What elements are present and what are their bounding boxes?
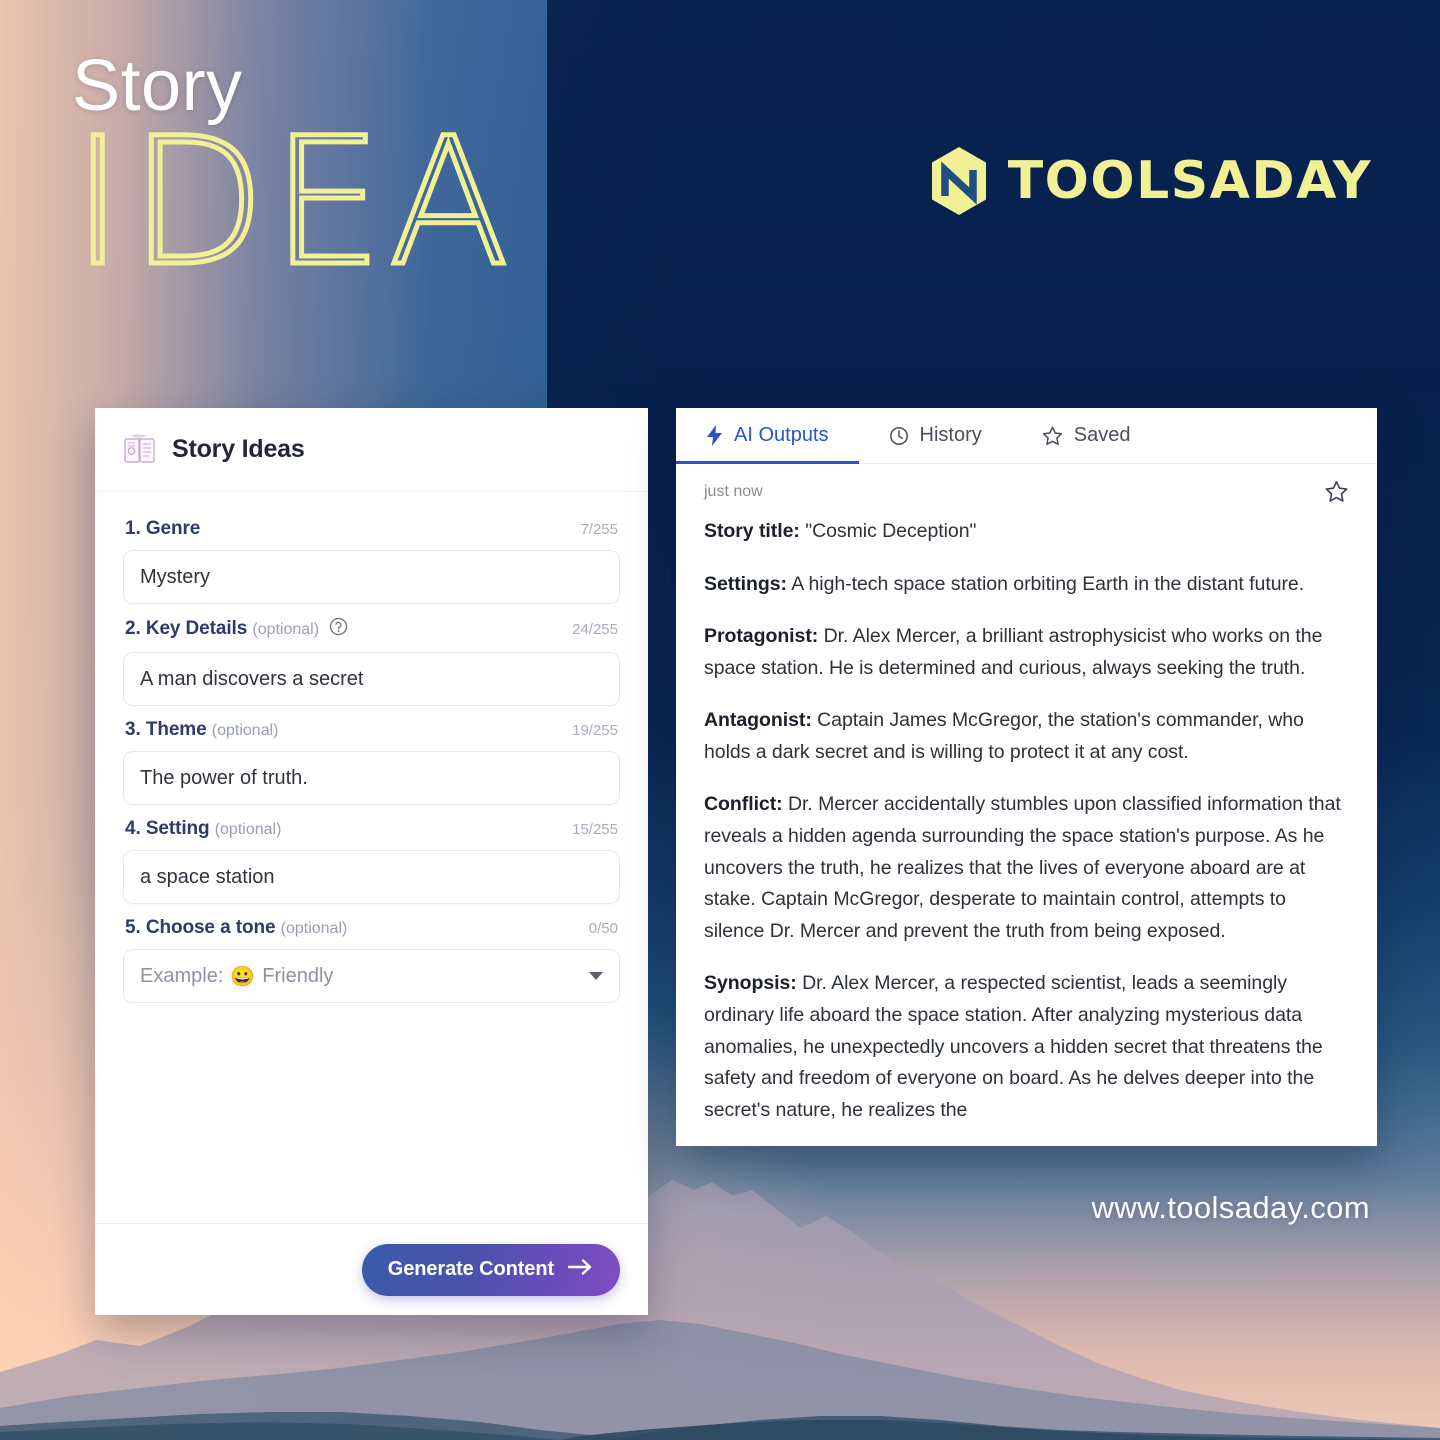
field-tone-placeholder: Example: 😀 Friendly xyxy=(140,964,333,989)
output-block-heading: Antagonist: xyxy=(704,709,812,732)
field-genre: 1. Genre 7/255 Mystery xyxy=(123,518,620,604)
website-url: www.toolsaday.com xyxy=(1091,1190,1370,1225)
open-book-icon xyxy=(123,433,157,467)
field-tone-label: 5. Choose a tone (optional) xyxy=(125,917,347,939)
tab-ai-outputs[interactable]: AI Outputs xyxy=(676,408,859,464)
output-block: Story title: "Cosmic Deception" xyxy=(704,516,1349,548)
star-outline-icon[interactable] xyxy=(1324,480,1349,504)
field-setting-value: a space station xyxy=(140,865,275,888)
headline: Story IDEA xyxy=(69,50,516,306)
field-setting-input[interactable]: a space station xyxy=(123,850,620,904)
lightning-bolt-icon xyxy=(706,425,723,446)
output-block-text: Dr. Alex Mercer, a respected scientist, … xyxy=(704,972,1323,1121)
form-footer: Generate Content xyxy=(95,1223,648,1315)
generate-content-label: Generate Content xyxy=(387,1258,554,1280)
field-key-details-optional: (optional) xyxy=(252,621,320,638)
output-block-heading: Settings: xyxy=(704,572,787,595)
generate-content-button[interactable]: Generate Content xyxy=(361,1243,620,1296)
field-setting: 4. Setting (optional) 15/255 a space sta… xyxy=(123,818,620,904)
star-icon xyxy=(1042,426,1063,446)
output-block-text: "Cosmic Deception" xyxy=(799,520,977,542)
field-tone-counter: 0/50 xyxy=(588,920,618,937)
field-setting-counter: 15/255 xyxy=(572,821,618,838)
field-theme-input[interactable]: The power of truth. xyxy=(123,751,620,805)
output-block-heading: Protagonist: xyxy=(704,625,819,648)
output-block: Synopsis: Dr. Alex Mercer, a respected s… xyxy=(704,968,1349,1126)
output-meta: just now xyxy=(676,464,1377,508)
field-key-details-header: 2. Key Details (optional) 24/255 xyxy=(123,617,620,642)
output-block-heading: Story title: xyxy=(704,520,800,542)
field-genre-value: Mystery xyxy=(140,565,210,588)
field-genre-input[interactable]: Mystery xyxy=(123,550,620,604)
output-block: Settings: A high-tech space station orbi… xyxy=(704,569,1349,601)
field-key-details-label: 2. Key Details (optional) xyxy=(125,617,348,642)
field-setting-label: 4. Setting (optional) xyxy=(125,818,281,840)
field-theme-label: 3. Theme (optional) xyxy=(125,719,278,741)
tab-saved-label: Saved xyxy=(1073,424,1131,446)
field-key-details: 2. Key Details (optional) 24/255 A man d… xyxy=(123,617,620,706)
field-key-details-label-text: 2. Key Details xyxy=(125,618,248,639)
field-setting-optional: (optional) xyxy=(214,821,282,838)
form-body: 1. Genre 7/255 Mystery 2. Key Details (o… xyxy=(95,492,648,1223)
field-key-details-counter: 24/255 xyxy=(572,621,618,638)
tab-ai-outputs-label: AI Outputs xyxy=(734,424,829,446)
tab-saved[interactable]: Saved xyxy=(1012,408,1161,463)
field-theme-header: 3. Theme (optional) 19/255 xyxy=(123,719,620,741)
output-block-text: A high-tech space station orbiting Earth… xyxy=(786,572,1305,595)
output-block: Antagonist: Captain James McGregor, the … xyxy=(704,705,1349,768)
field-tone: 5. Choose a tone (optional) 0/50 Example… xyxy=(123,917,620,1003)
field-tone-optional: (optional) xyxy=(280,920,348,937)
field-tone-placeholder-suffix: Friendly xyxy=(262,964,334,987)
smiley-face-emoji-icon: 😀 xyxy=(230,965,256,988)
output-block-heading: Synopsis: xyxy=(704,972,797,995)
tab-history-label: History xyxy=(919,424,982,446)
output-block: Conflict: Dr. Mercer accidentally stumbl… xyxy=(704,789,1349,947)
output-block-heading: Conflict: xyxy=(704,793,783,816)
output-text-body: Story title: "Cosmic Deception" Settings… xyxy=(676,508,1377,1146)
field-theme-label-text: 3. Theme xyxy=(125,719,207,740)
ai-output-card: AI Outputs History Saved just now Story … xyxy=(676,408,1377,1146)
field-tone-placeholder-prefix: Example: xyxy=(140,964,224,987)
field-genre-label: 1. Genre xyxy=(125,518,200,540)
field-tone-label-text: 5. Choose a tone xyxy=(125,917,276,938)
toolsaday-hexagon-s-logo-icon xyxy=(928,146,990,216)
output-block-text: Dr. Mercer accidentally stumbles upon cl… xyxy=(704,793,1341,942)
field-genre-label-text: 1. Genre xyxy=(125,518,201,539)
output-tabs: AI Outputs History Saved xyxy=(676,408,1377,464)
output-block: Protagonist: Dr. Alex Mercer, a brillian… xyxy=(704,621,1349,684)
story-ideas-form-card: Story Ideas 1. Genre 7/255 Mystery 2. Ke… xyxy=(95,408,648,1315)
field-genre-counter: 7/255 xyxy=(580,521,618,538)
brand-name: TOOLSADAY xyxy=(1007,151,1372,211)
field-tone-header: 5. Choose a tone (optional) 0/50 xyxy=(123,917,620,939)
field-theme-value: The power of truth. xyxy=(140,766,308,789)
arrow-right-icon xyxy=(567,1258,594,1282)
brand-logo: TOOLSADAY xyxy=(928,146,1372,216)
field-setting-header: 4. Setting (optional) 15/255 xyxy=(123,818,620,840)
field-theme-optional: (optional) xyxy=(211,722,279,739)
field-key-details-value: A man discovers a secret xyxy=(140,667,364,690)
help-circle-icon[interactable] xyxy=(329,617,348,642)
form-header: Story Ideas xyxy=(95,408,648,492)
field-setting-label-text: 4. Setting xyxy=(125,818,210,839)
chevron-down-icon[interactable] xyxy=(589,972,603,980)
output-timestamp: just now xyxy=(704,483,763,500)
field-key-details-input[interactable]: A man discovers a secret xyxy=(123,652,620,706)
tab-history[interactable]: History xyxy=(859,408,1012,463)
clock-icon xyxy=(889,426,909,446)
field-theme: 3. Theme (optional) 19/255 The power of … xyxy=(123,719,620,805)
field-theme-counter: 19/255 xyxy=(572,722,618,739)
field-tone-select[interactable]: Example: 😀 Friendly xyxy=(123,949,620,1003)
field-genre-header: 1. Genre 7/255 xyxy=(123,518,620,540)
form-title: Story Ideas xyxy=(172,435,305,463)
headline-line-idea: IDEA xyxy=(69,100,516,306)
